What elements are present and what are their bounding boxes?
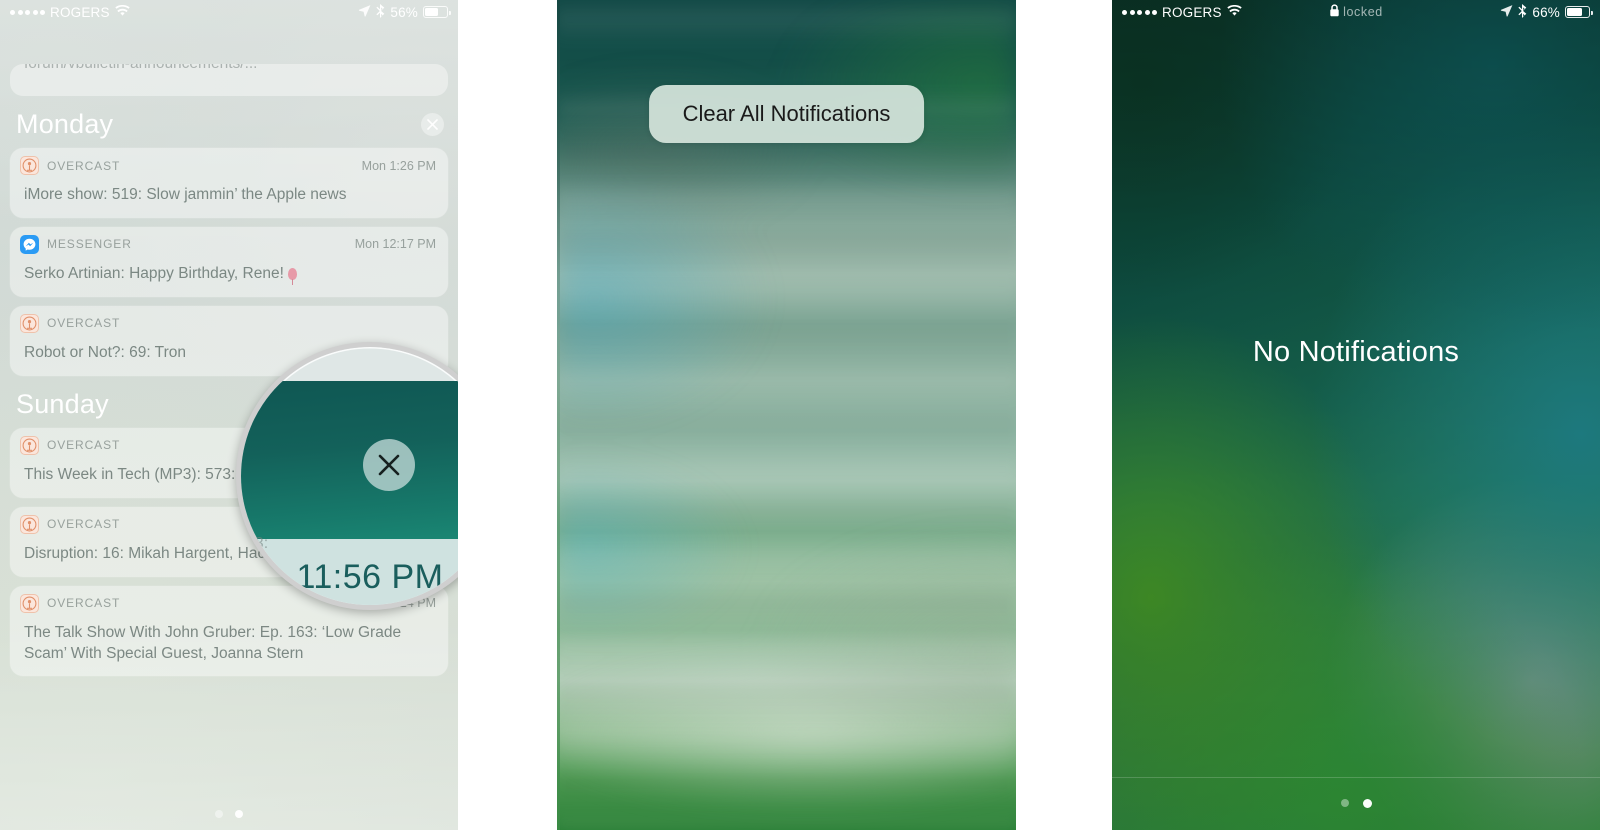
divider: [1112, 777, 1600, 778]
battery-icon: [423, 6, 451, 18]
panel-left-edge: [557, 0, 560, 830]
wifi-icon: [115, 4, 130, 20]
notification-card[interactable]: MESSENGER Mon 12:17 PM Serko Artinian: H…: [10, 226, 448, 297]
notification-card[interactable]: OVERCAST Mon 1:26 PM iMore show: 519: Sl…: [10, 148, 448, 218]
status-bar-left: ROGERS 56%: [0, 0, 458, 24]
day-group-header-monday: Monday: [10, 105, 448, 148]
screenshot-stage: ROGERS 56% Sear: [0, 0, 1600, 830]
page-dot[interactable]: [215, 810, 223, 818]
phone-panel-clear-all: Clear All Notifications: [557, 0, 1016, 830]
magnified-time-label: 11:56 PM: [296, 558, 444, 596]
page-indicator-dots-right[interactable]: [1112, 799, 1600, 808]
overcast-icon: [20, 313, 39, 333]
battery-percent-label: 56%: [390, 4, 418, 20]
lock-status-label: locked: [1343, 5, 1383, 19]
notification-body: iMore show: 519: Slow jammin’ the Apple …: [24, 186, 347, 203]
carrier-label: ROGERS: [1162, 4, 1222, 20]
notification-time: Mon 1:26 PM: [361, 158, 436, 173]
magnified-text-fragment: 573:: [237, 535, 269, 552]
overcast-icon: [20, 156, 39, 175]
notification-app-name: OVERCAST: [47, 438, 121, 453]
partial-notification-card[interactable]: forum/vbulletin-announcements/...: [10, 64, 448, 96]
battery-percent-label: 66%: [1532, 4, 1560, 20]
notification-app-name: OVERCAST: [47, 517, 121, 532]
empty-state-label: No Notifications: [1252, 336, 1460, 368]
phone-panel-notification-center: ROGERS 56% Sear: [0, 0, 458, 830]
battery-icon: [1565, 6, 1593, 18]
notification-app-name: MESSENGER: [47, 237, 132, 252]
status-bar-right-group: 66%: [1500, 3, 1593, 21]
notification-body: Serko Artinian: Happy Birthday, Rene!: [10, 258, 448, 297]
status-bar-left-group: ROGERS: [10, 4, 130, 20]
magnifier-loupe: 573: 11:56 PM: [236, 342, 458, 610]
location-arrow-icon: [1500, 4, 1513, 20]
notification-body-text: Serko Artinian: Happy Birthday, Rene!: [24, 264, 284, 282]
wallpaper-lockscreen: [1112, 0, 1600, 830]
magnifier-content: 573: 11:56 PM: [241, 347, 458, 605]
status-bar-right-group: 56%: [358, 3, 451, 21]
overcast-icon: [20, 435, 39, 455]
status-bar-left-group: ROGERS: [1122, 4, 1242, 20]
messenger-icon: [20, 234, 39, 254]
overcast-icon: [20, 593, 39, 613]
balloon-icon: [287, 267, 297, 285]
overcast-icon: [20, 514, 39, 534]
notification-time: Mon 12:17 PM: [354, 237, 436, 252]
page-dot-active[interactable]: [1362, 799, 1372, 808]
notification-app-name: OVERCAST: [47, 596, 121, 611]
day-label: Sunday: [16, 388, 109, 419]
day-label: Monday: [16, 109, 114, 139]
phone-panel-lock-screen: ROGERS locked 66% No Notifications: [1112, 0, 1600, 830]
notification-app-name: OVERCAST: [47, 158, 121, 173]
carrier-label: ROGERS: [50, 4, 110, 20]
notification-header: MESSENGER Mon 12:17 PM: [10, 227, 448, 258]
bluetooth-icon: [1518, 3, 1527, 21]
page-dot[interactable]: [1340, 799, 1349, 807]
page-dot-active[interactable]: [235, 810, 243, 818]
notification-body: The Talk Show With John Gruber: Ep. 163:…: [24, 623, 402, 662]
magnified-notification-header-band: [241, 381, 458, 541]
notification-app-name: OVERCAST: [47, 316, 121, 331]
clear-all-notifications-button[interactable]: Clear All Notifications: [648, 85, 925, 143]
bluetooth-icon: [376, 3, 385, 21]
status-bar-right: ROGERS locked 66%: [1112, 0, 1600, 24]
lock-icon: [1329, 4, 1340, 20]
location-arrow-icon: [358, 4, 371, 20]
page-indicator-dots-left[interactable]: [0, 810, 458, 818]
notification-header: OVERCAST: [10, 306, 448, 337]
close-x-icon[interactable]: [363, 439, 415, 491]
partial-notification-text: forum/vbulletin-announcements/...: [24, 64, 257, 73]
wifi-icon: [1227, 4, 1242, 20]
clear-group-button[interactable]: [421, 113, 444, 136]
notification-header: OVERCAST Mon 1:26 PM: [10, 148, 448, 179]
signal-strength-dots: [1122, 9, 1157, 15]
signal-strength-dots: [10, 9, 45, 15]
